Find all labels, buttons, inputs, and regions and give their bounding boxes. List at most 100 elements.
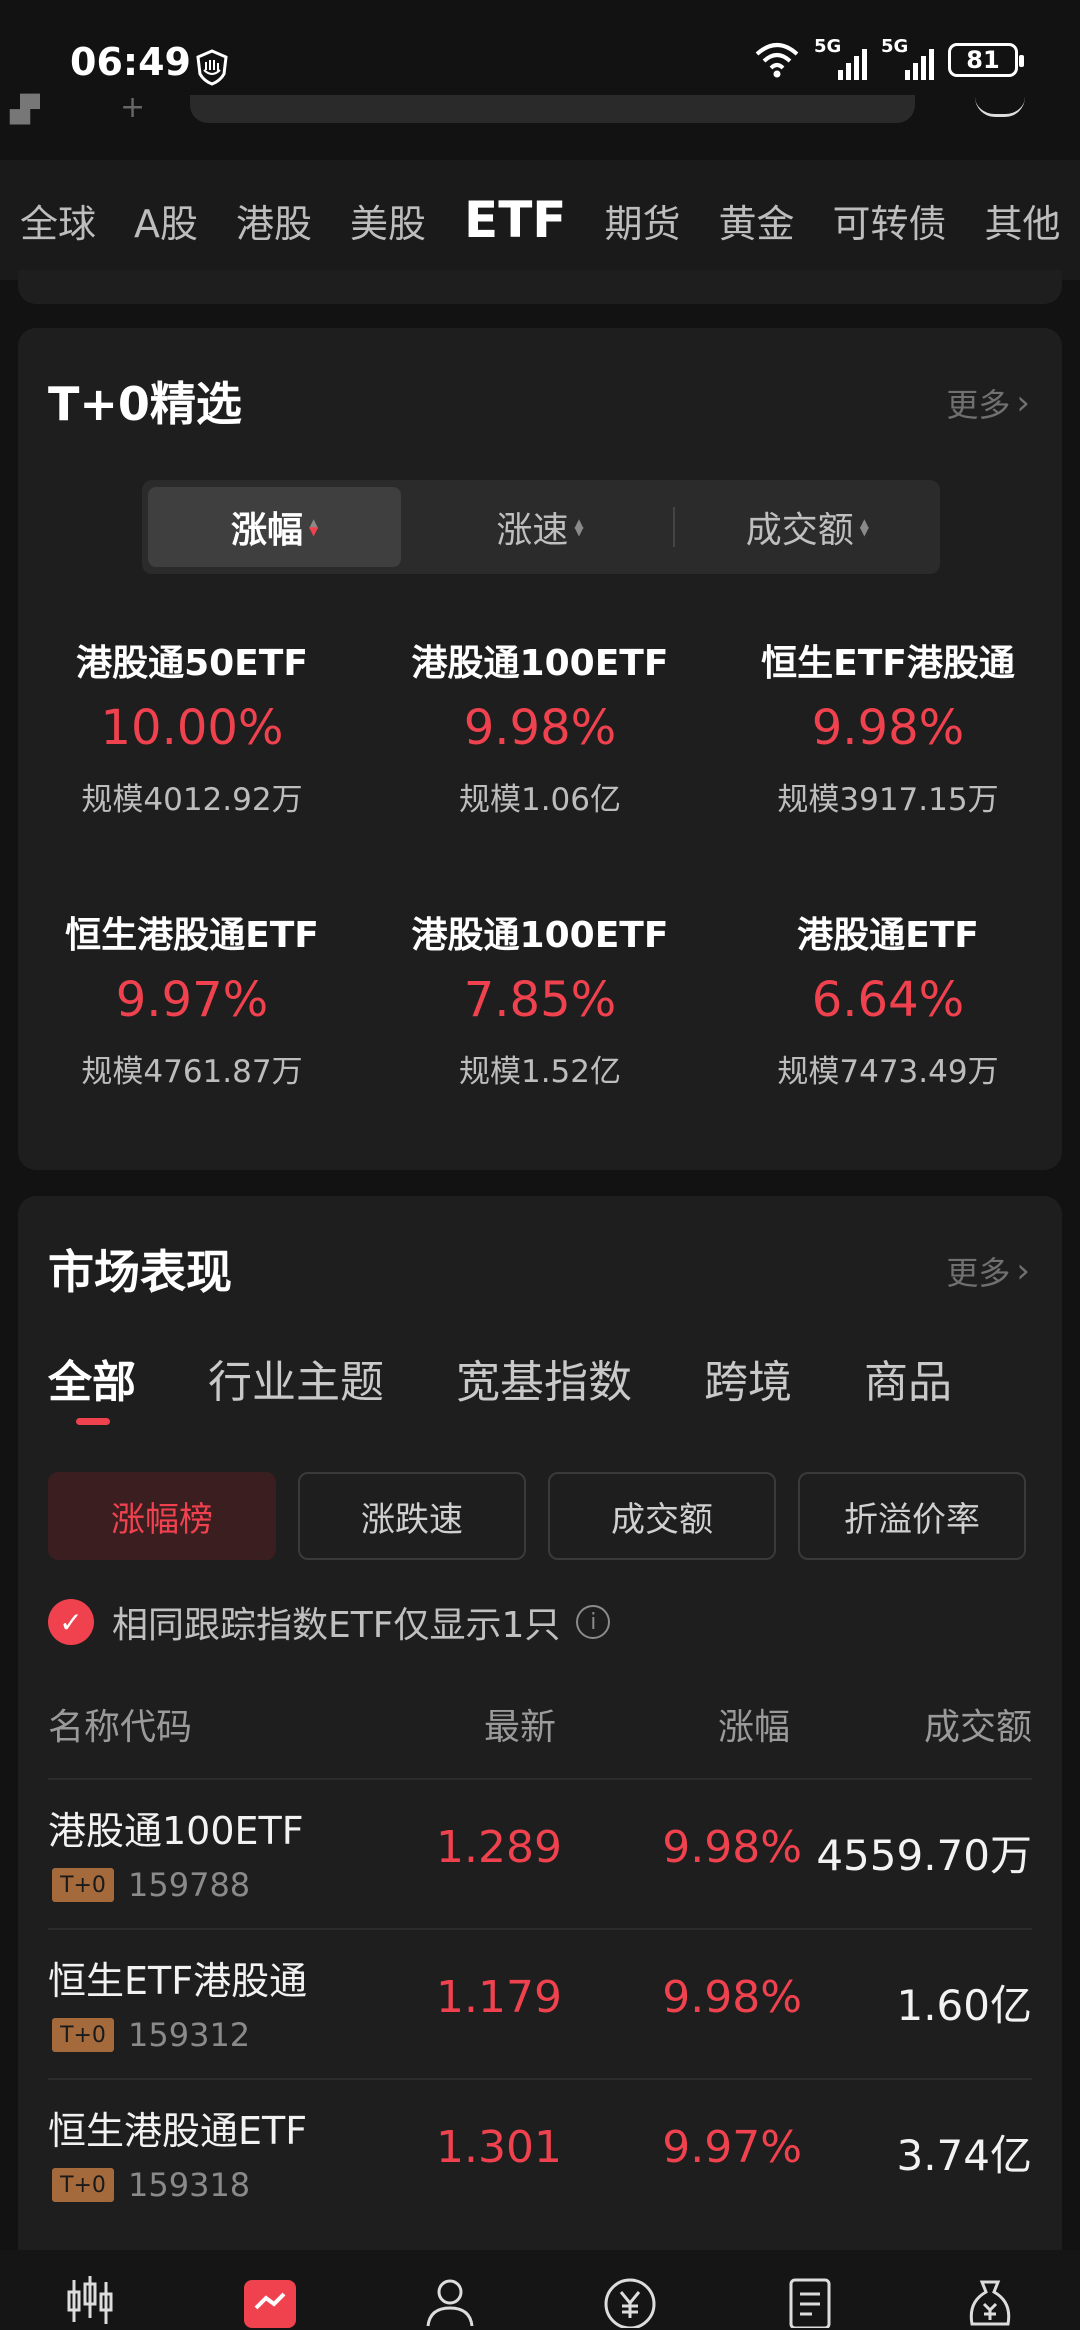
t0-card: T+0精选 更多 › 涨幅 ▲ ▼ 涨速 ▲ ▼ 成交额 ▲ ▼ 港股通50ETF 10… <box>18 328 1062 1170</box>
col-amount[interactable]: 成交额 <box>924 1698 1032 1750</box>
tab-broad-index[interactable]: 宽基指数 <box>456 1346 632 1410</box>
tab-global[interactable]: 全球 <box>20 193 96 248</box>
status-bar: 06:49 5G 5G 81 <box>0 0 1080 95</box>
chart-icon[interactable]: ▟▘ <box>10 95 50 131</box>
filter-amount[interactable]: 成交额 <box>548 1472 776 1560</box>
t0-item[interactable]: 港股通50ETF 10.00% 规模4012.92万 <box>18 628 366 900</box>
t0-item[interactable]: 港股通100ETF 9.98% 规模1.06亿 <box>366 628 714 900</box>
t0-more-link[interactable]: 更多 › <box>946 380 1030 426</box>
etf-scale: 规模4012.92万 <box>81 782 303 818</box>
sort-icon: ▲ ▼ <box>309 516 319 538</box>
t0-item[interactable]: 港股通100ETF 7.85% 规模1.52亿 <box>366 900 714 1172</box>
market-tabs: 全球 A股 港股 美股 ETF 期货 黄金 可转债 其他 <box>0 160 1080 280</box>
t0-badge: T+0 <box>52 2168 114 2202</box>
tab-a-share[interactable]: A股 <box>134 193 198 248</box>
document-icon <box>789 2278 831 2328</box>
etf-name: 恒生ETF港股通 <box>761 643 1015 684</box>
info-icon[interactable]: i <box>576 1605 611 1639</box>
network-type-2: 5G <box>881 36 909 57</box>
message-icon[interactable] <box>975 92 1025 117</box>
divider <box>672 507 675 547</box>
col-last[interactable]: 最新 <box>484 1698 556 1750</box>
etf-scale: 规模3917.15万 <box>777 782 999 818</box>
segment-label: 成交额 <box>745 510 854 551</box>
nav-market[interactable] <box>180 2250 360 2330</box>
filter-speed[interactable]: 涨跌速 <box>298 1472 526 1560</box>
segment-label: 涨幅 <box>231 510 304 551</box>
etf-scale: 规模7473.49万 <box>777 1054 999 1090</box>
col-change[interactable]: 涨幅 <box>718 1698 790 1750</box>
battery-level: 81 <box>966 46 1000 74</box>
table-row[interactable]: 恒生ETF港股通 T+0 159312 1.179 9.98% 1.60亿 <box>48 1928 1032 2078</box>
category-tabs: 全部 行业主题 宽基指数 跨境 商品 <box>48 1346 1024 1425</box>
t0-badge: T+0 <box>52 1868 114 1902</box>
etf-scale: 规模1.52亿 <box>458 1054 622 1090</box>
network-type: 5G <box>814 36 842 57</box>
t0-badge: T+0 <box>52 2018 114 2052</box>
chevron-right-icon: › <box>1016 1251 1030 1291</box>
t0-grid: 港股通50ETF 10.00% 规模4012.92万 港股通100ETF 9.9… <box>18 628 1062 1172</box>
etf-name: 港股通100ETF <box>411 643 669 684</box>
row-code: 159788 <box>128 1866 251 1904</box>
yuan-coin-icon <box>604 2278 656 2328</box>
segment-speed[interactable]: 涨速 ▲ ▼ <box>413 487 666 567</box>
row-name: 恒生港股通ETF <box>48 2109 308 2153</box>
row-last: 1.289 <box>436 1822 562 1873</box>
signal-icon-2: 5G <box>881 36 934 80</box>
nav-finance[interactable] <box>900 2250 1080 2330</box>
t0-title: T+0精选 <box>48 377 242 431</box>
tab-gold[interactable]: 黄金 <box>718 193 794 248</box>
nav-wealth[interactable] <box>540 2250 720 2330</box>
segment-amount[interactable]: 成交额 ▲ ▼ <box>681 487 934 567</box>
table-row[interactable]: 恒生港股通ETF T+0 159318 1.301 9.97% 3.74亿 <box>48 2078 1032 2228</box>
etf-name: 恒生港股通ETF <box>65 915 319 956</box>
etf-change: 9.97% <box>115 972 269 1028</box>
market-card: 市场表现 更多 › 全部 行业主题 宽基指数 跨境 商品 涨幅榜 涨跌速 成交额 … <box>18 1196 1062 2276</box>
tab-convertible[interactable]: 可转债 <box>833 193 947 248</box>
tab-etf[interactable]: ETF <box>464 191 566 249</box>
row-last: 1.301 <box>436 2122 562 2173</box>
more-label: 更多 <box>946 1254 1011 1292</box>
etf-scale: 规模1.06亿 <box>458 782 622 818</box>
tab-commodity[interactable]: 商品 <box>864 1346 952 1410</box>
dedupe-toggle[interactable]: ✓ 相同跟踪指数ETF仅显示1只 i <box>48 1596 611 1648</box>
table-row[interactable]: 港股通100ETF T+0 159788 1.289 9.98% 4559.70… <box>48 1778 1032 1928</box>
etf-change: 7.85% <box>463 972 617 1028</box>
etf-name: 港股通ETF <box>797 915 979 956</box>
col-name[interactable]: 名称代码 <box>48 1698 192 1750</box>
tab-cross-border[interactable]: 跨境 <box>704 1346 792 1410</box>
filter-gain-rank[interactable]: 涨幅榜 <box>48 1472 276 1560</box>
t0-item[interactable]: 恒生ETF港股通 9.98% 规模3917.15万 <box>714 628 1062 900</box>
signal-icon: 5G <box>814 36 867 80</box>
tab-all[interactable]: 全部 <box>48 1346 136 1425</box>
row-change: 9.98% <box>662 1822 802 1873</box>
tab-other[interactable]: 其他 <box>985 193 1061 248</box>
tab-us[interactable]: 美股 <box>350 193 426 248</box>
t0-item[interactable]: 港股通ETF 6.64% 规模7473.49万 <box>714 900 1062 1172</box>
t0-item[interactable]: 恒生港股通ETF 9.97% 规模4761.87万 <box>18 900 366 1172</box>
segment-label: 涨速 <box>496 510 569 551</box>
etf-table: 港股通100ETF T+0 159788 1.289 9.98% 4559.70… <box>48 1778 1032 2228</box>
row-amount: 3.74亿 <box>896 2131 1032 2180</box>
checkmark-icon[interactable]: ✓ <box>48 1599 94 1645</box>
row-last: 1.179 <box>436 1972 562 2023</box>
tab-industry[interactable]: 行业主题 <box>208 1346 384 1410</box>
segment-gain[interactable]: 涨幅 ▲ ▼ <box>148 487 402 567</box>
row-amount: 1.60亿 <box>896 1981 1032 2030</box>
market-more-link[interactable]: 更多 › <box>946 1248 1030 1294</box>
nav-quotes[interactable] <box>0 2250 180 2330</box>
row-code: 159312 <box>128 2016 251 2054</box>
filter-premium[interactable]: 折溢价率 <box>798 1472 1026 1560</box>
nav-profile[interactable] <box>360 2250 540 2330</box>
tab-hk[interactable]: 港股 <box>236 193 312 248</box>
add-icon[interactable]: + <box>120 90 145 125</box>
t0-sort-segment: 涨幅 ▲ ▼ 涨速 ▲ ▼ 成交额 ▲ ▼ <box>142 480 940 574</box>
shield-icon <box>196 49 228 86</box>
nav-news[interactable] <box>720 2250 900 2330</box>
search-input[interactable] <box>190 95 915 123</box>
etf-scale: 规模4761.87万 <box>81 1054 303 1090</box>
money-bag-icon <box>969 2280 1011 2326</box>
trend-chart-icon <box>244 2280 296 2328</box>
etf-change: 6.64% <box>811 972 965 1028</box>
tab-futures[interactable]: 期货 <box>604 193 680 248</box>
